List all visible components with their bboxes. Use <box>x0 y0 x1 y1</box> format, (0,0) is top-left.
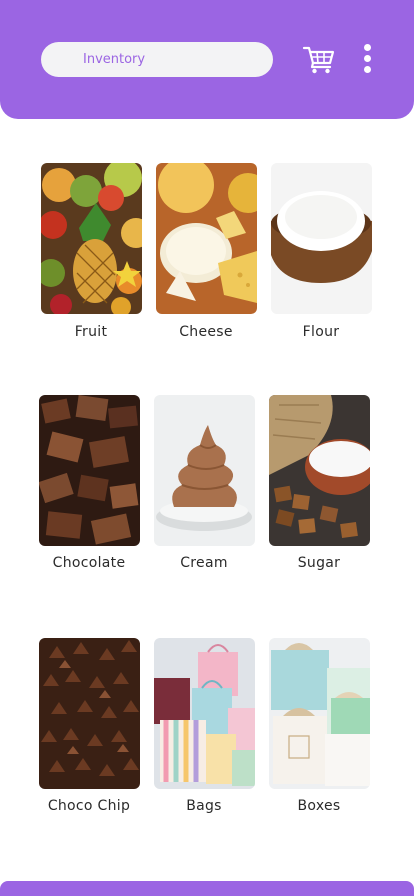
app-header: Inventory <box>0 0 414 119</box>
category-label: Boxes <box>297 798 341 814</box>
choco-chip-photo <box>39 638 140 789</box>
fruit-photo <box>41 163 142 314</box>
inventory-search-field[interactable]: Inventory <box>41 42 273 77</box>
category-label: Chocolate <box>52 555 126 571</box>
category-tile-cheese[interactable] <box>156 163 257 314</box>
category-tile-chocolate[interactable] <box>39 395 140 546</box>
cheese-photo <box>156 163 257 314</box>
category-tile-bags[interactable] <box>154 638 255 789</box>
category-label: Choco Chip <box>47 798 131 814</box>
kebab-menu-icon[interactable] <box>356 44 380 74</box>
boxes-photo <box>269 638 370 789</box>
category-tile-choco-chip[interactable] <box>39 638 140 789</box>
sugar-photo <box>269 395 370 546</box>
category-label: Cheese <box>179 324 233 340</box>
flour-photo <box>271 163 372 314</box>
category-tile-flour[interactable] <box>271 163 372 314</box>
category-label: Sugar <box>297 555 341 571</box>
cart-icon[interactable] <box>302 43 336 75</box>
chocolate-photo <box>39 395 140 546</box>
category-tile-boxes[interactable] <box>269 638 370 789</box>
bags-photo <box>154 638 255 789</box>
category-tile-fruit[interactable] <box>41 163 142 314</box>
cream-photo <box>154 395 255 546</box>
category-tile-sugar[interactable] <box>269 395 370 546</box>
category-label: Fruit <box>74 324 108 340</box>
category-label: Cream <box>180 555 228 571</box>
category-label: Bags <box>186 798 222 814</box>
bottom-bar <box>0 881 414 896</box>
category-label: Flour <box>302 324 340 340</box>
category-tile-cream[interactable] <box>154 395 255 546</box>
